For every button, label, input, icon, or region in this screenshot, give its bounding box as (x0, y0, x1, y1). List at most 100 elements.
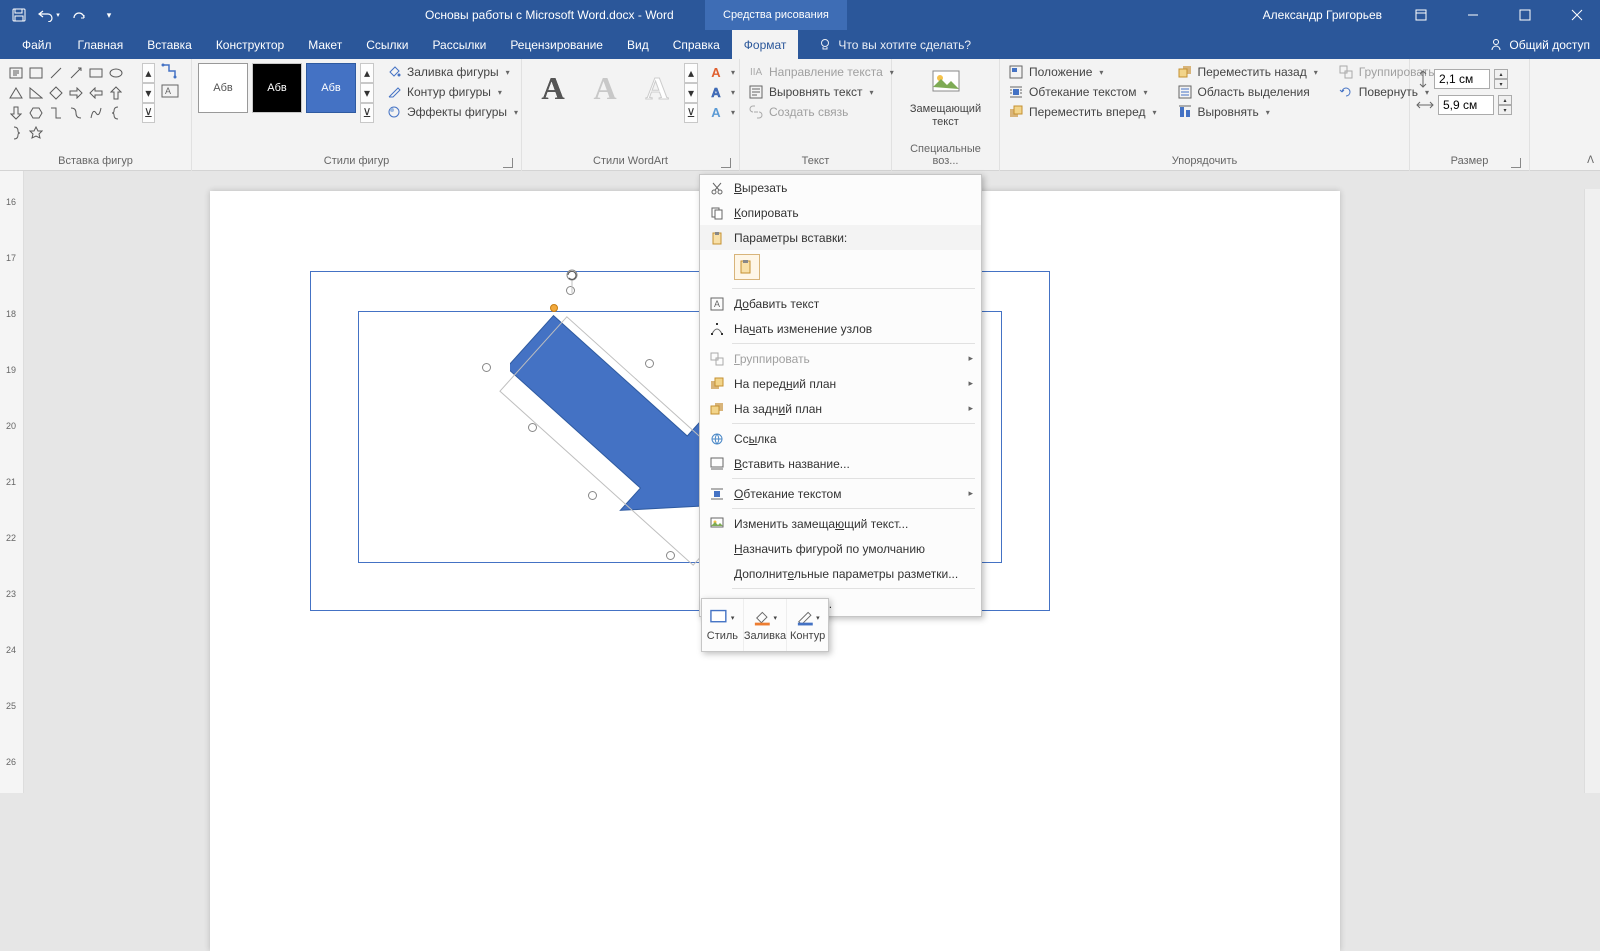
shape-fill-button[interactable]: Заливка фигуры▾ (384, 63, 526, 81)
shape-textbox-icon[interactable] (6, 63, 26, 83)
shape-connector2-icon[interactable] (66, 103, 86, 123)
shape-hex-icon[interactable] (26, 103, 46, 123)
mini-outline[interactable]: ▾ Контур (787, 599, 828, 651)
tab-layout[interactable]: Макет (296, 30, 354, 59)
shape-line-icon[interactable] (46, 63, 66, 83)
wa-scroll-up[interactable]: ▴ (684, 63, 698, 83)
text-effects-button[interactable]: A▾ (706, 103, 743, 121)
tell-me-search[interactable]: Что вы хотите сделать? (798, 38, 971, 52)
text-fill-button[interactable]: A▾ (706, 63, 743, 81)
save-button[interactable] (8, 4, 30, 26)
adjust-handle[interactable] (550, 304, 558, 312)
wrap-text-button[interactable]: Обтекание текстом▾ (1006, 83, 1165, 101)
styles-more[interactable]: ⊻ (360, 103, 374, 123)
ctx-alt-text[interactable]: Изменить замещающий текст... (700, 511, 981, 536)
shape-line-arrow-icon[interactable] (66, 63, 86, 83)
ctx-more-layout[interactable]: Дополнительные параметры разметки... (700, 561, 981, 586)
ctx-set-default[interactable]: Назначить фигурой по умолчанию (700, 536, 981, 561)
align-text-button[interactable]: Выровнять текст▾ (746, 83, 902, 101)
shape-textbox2-icon[interactable] (26, 63, 46, 83)
selection-pane-button[interactable]: Область выделения (1175, 83, 1326, 101)
handle-ne[interactable] (645, 359, 654, 368)
qa-customize[interactable]: ▾ (98, 4, 120, 26)
undo-button[interactable]: ▾ (38, 4, 60, 26)
shape-style-3[interactable]: Абв (306, 63, 356, 113)
wordart-scroll[interactable]: ▴ ▾ ⊻ (684, 63, 698, 123)
gallery-more[interactable]: ⊻ (142, 103, 155, 123)
gallery-scroll-up[interactable]: ▴ (142, 63, 155, 83)
ctx-send-back[interactable]: На задний план▸ (700, 396, 981, 421)
shape-brace-icon[interactable] (106, 103, 126, 123)
shape-arrow-l-icon[interactable] (86, 83, 106, 103)
text-outline-button[interactable]: A▾ (706, 83, 743, 101)
redo-button[interactable] (68, 4, 90, 26)
tab-references[interactable]: Ссылки (354, 30, 420, 59)
shape-height-input[interactable] (1434, 69, 1490, 89)
mini-style[interactable]: ▾ Стиль (702, 599, 744, 651)
handle-s[interactable] (666, 551, 675, 560)
vertical-ruler[interactable]: 1617181920212223242526 (0, 171, 24, 793)
wordart-style-3[interactable]: А (632, 63, 682, 113)
shape-arrow-d-icon[interactable] (6, 103, 26, 123)
ctx-bring-front[interactable]: На передний план▸ (700, 371, 981, 396)
bring-forward-button[interactable]: Переместить вперед▾ (1006, 103, 1165, 121)
shape-arrow-u-icon[interactable] (106, 83, 126, 103)
handle-sw[interactable] (588, 491, 597, 500)
tab-insert[interactable]: Вставка (135, 30, 204, 59)
ctx-add-text[interactable]: AДобавить текст (700, 291, 981, 316)
minimize-button[interactable] (1450, 0, 1496, 30)
shape-rect-icon[interactable] (86, 63, 106, 83)
handle-nw[interactable] (528, 423, 537, 432)
ribbon-display-options[interactable] (1398, 0, 1444, 30)
shape-arrow-r-icon[interactable] (66, 83, 86, 103)
shape-oval-icon[interactable] (106, 63, 126, 83)
shape-diamond-icon[interactable] (46, 83, 66, 103)
ctx-wrap-text[interactable]: Обтекание текстом▸ (700, 481, 981, 506)
wordart-launcher[interactable] (721, 158, 731, 168)
size-launcher[interactable] (1511, 158, 1521, 168)
shapes-gallery-scroll[interactable]: ▴ ▾ ⊻ (142, 63, 155, 123)
tab-review[interactable]: Рецензирование (498, 30, 615, 59)
tab-design[interactable]: Конструктор (204, 30, 296, 59)
tab-mailings[interactable]: Рассылки (420, 30, 498, 59)
paste-option-1[interactable] (734, 254, 760, 280)
shape-triangle-icon[interactable] (6, 83, 26, 103)
shape-brace2-icon[interactable] (6, 123, 26, 143)
width-up[interactable]: ▴ (1498, 95, 1512, 105)
mini-fill[interactable]: ▾ Заливка (744, 599, 787, 651)
shape-styles-launcher[interactable] (503, 158, 513, 168)
wordart-style-2[interactable]: А (580, 63, 630, 113)
shape-width-input[interactable] (1438, 95, 1494, 115)
tab-file[interactable]: Файл (8, 30, 66, 59)
tab-help[interactable]: Справка (661, 30, 732, 59)
ctx-caption[interactable]: Вставить название... (700, 451, 981, 476)
styles-scroll-up[interactable]: ▴ (360, 63, 374, 83)
width-down[interactable]: ▾ (1498, 105, 1512, 115)
wa-scroll-down[interactable]: ▾ (684, 83, 698, 103)
shape-style-2[interactable]: Абв (252, 63, 302, 113)
ctx-link[interactable]: Ссылка (700, 426, 981, 451)
shapes-gallery[interactable] (6, 63, 138, 143)
wa-more[interactable]: ⊻ (684, 103, 698, 123)
ctx-copy[interactable]: Копировать (700, 200, 981, 225)
draw-textbox-button[interactable]: A (161, 84, 185, 101)
close-button[interactable] (1554, 0, 1600, 30)
shape-star-icon[interactable] (26, 123, 46, 143)
shape-connector-icon[interactable] (46, 103, 66, 123)
ctx-cut[interactable]: ВВырезатьырезать (700, 175, 981, 200)
maximize-button[interactable] (1502, 0, 1548, 30)
height-up[interactable]: ▴ (1494, 69, 1508, 79)
shape-effects-button[interactable]: Эффекты фигуры▾ (384, 103, 526, 121)
gallery-scroll-down[interactable]: ▾ (142, 83, 155, 103)
edit-shape-button[interactable] (161, 63, 185, 82)
styles-scroll-down[interactable]: ▾ (360, 83, 374, 103)
shape-curve-icon[interactable] (86, 103, 106, 123)
handle-w[interactable] (482, 363, 491, 372)
shape-style-1[interactable]: Абв (198, 63, 248, 113)
send-backward-button[interactable]: Переместить назад▾ (1175, 63, 1326, 81)
position-button[interactable]: Положение▾ (1006, 63, 1165, 81)
rotate-handle[interactable] (562, 269, 582, 293)
collapse-ribbon[interactable]: ᐱ (1587, 155, 1594, 166)
shape-outline-button[interactable]: Контур фигуры▾ (384, 83, 526, 101)
vertical-scrollbar[interactable] (1584, 189, 1600, 793)
